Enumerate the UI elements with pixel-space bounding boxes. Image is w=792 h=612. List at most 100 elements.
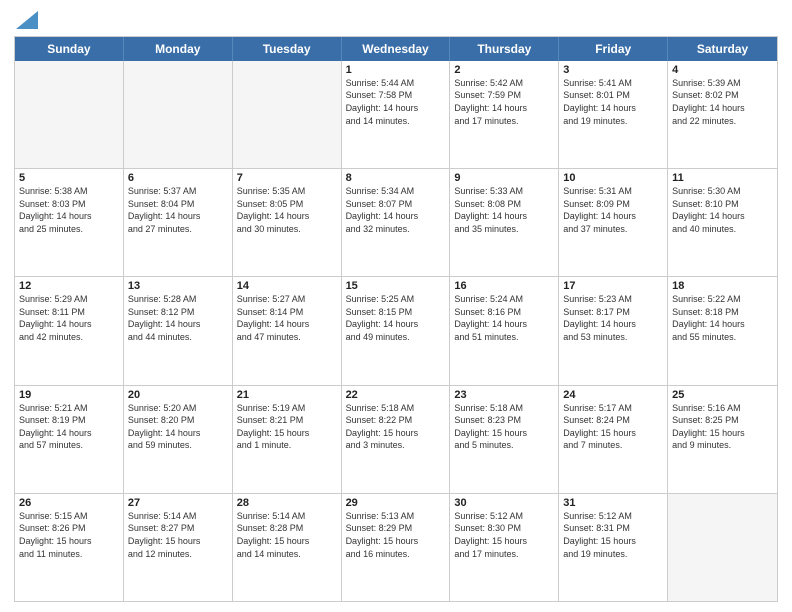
calendar-cell: 5Sunrise: 5:38 AM Sunset: 8:03 PM Daylig… (15, 169, 124, 276)
calendar-cell: 12Sunrise: 5:29 AM Sunset: 8:11 PM Dayli… (15, 277, 124, 384)
calendar-cell: 20Sunrise: 5:20 AM Sunset: 8:20 PM Dayli… (124, 386, 233, 493)
cell-info: Sunrise: 5:41 AM Sunset: 8:01 PM Dayligh… (563, 77, 663, 127)
day-number: 13 (128, 280, 228, 292)
calendar-row-1: 1Sunrise: 5:44 AM Sunset: 7:58 PM Daylig… (15, 61, 777, 168)
calendar-cell: 18Sunrise: 5:22 AM Sunset: 8:18 PM Dayli… (668, 277, 777, 384)
day-header-friday: Friday (559, 37, 668, 61)
calendar-row-2: 5Sunrise: 5:38 AM Sunset: 8:03 PM Daylig… (15, 168, 777, 276)
day-header-sunday: Sunday (15, 37, 124, 61)
day-number: 4 (672, 64, 773, 76)
cell-info: Sunrise: 5:25 AM Sunset: 8:15 PM Dayligh… (346, 293, 446, 343)
calendar-cell: 9Sunrise: 5:33 AM Sunset: 8:08 PM Daylig… (450, 169, 559, 276)
calendar-cell: 29Sunrise: 5:13 AM Sunset: 8:29 PM Dayli… (342, 494, 451, 601)
calendar-cell: 6Sunrise: 5:37 AM Sunset: 8:04 PM Daylig… (124, 169, 233, 276)
day-number: 11 (672, 172, 773, 184)
cell-info: Sunrise: 5:35 AM Sunset: 8:05 PM Dayligh… (237, 185, 337, 235)
cell-info: Sunrise: 5:28 AM Sunset: 8:12 PM Dayligh… (128, 293, 228, 343)
day-number: 22 (346, 389, 446, 401)
cell-info: Sunrise: 5:14 AM Sunset: 8:28 PM Dayligh… (237, 510, 337, 560)
calendar-cell: 19Sunrise: 5:21 AM Sunset: 8:19 PM Dayli… (15, 386, 124, 493)
cell-info: Sunrise: 5:34 AM Sunset: 8:07 PM Dayligh… (346, 185, 446, 235)
day-number: 20 (128, 389, 228, 401)
header (14, 10, 778, 30)
logo-triangle-icon (16, 11, 38, 29)
cell-info: Sunrise: 5:18 AM Sunset: 8:23 PM Dayligh… (454, 402, 554, 452)
calendar-cell: 30Sunrise: 5:12 AM Sunset: 8:30 PM Dayli… (450, 494, 559, 601)
day-header-tuesday: Tuesday (233, 37, 342, 61)
day-header-saturday: Saturday (668, 37, 777, 61)
calendar-cell: 8Sunrise: 5:34 AM Sunset: 8:07 PM Daylig… (342, 169, 451, 276)
calendar-cell: 26Sunrise: 5:15 AM Sunset: 8:26 PM Dayli… (15, 494, 124, 601)
day-number: 14 (237, 280, 337, 292)
day-number: 5 (19, 172, 119, 184)
calendar-header: SundayMondayTuesdayWednesdayThursdayFrid… (15, 37, 777, 61)
day-number: 23 (454, 389, 554, 401)
day-number: 2 (454, 64, 554, 76)
day-number: 27 (128, 497, 228, 509)
calendar-cell (233, 61, 342, 168)
cell-info: Sunrise: 5:19 AM Sunset: 8:21 PM Dayligh… (237, 402, 337, 452)
day-number: 1 (346, 64, 446, 76)
day-number: 31 (563, 497, 663, 509)
calendar-cell (15, 61, 124, 168)
day-number: 18 (672, 280, 773, 292)
cell-info: Sunrise: 5:23 AM Sunset: 8:17 PM Dayligh… (563, 293, 663, 343)
cell-info: Sunrise: 5:13 AM Sunset: 8:29 PM Dayligh… (346, 510, 446, 560)
calendar-cell: 25Sunrise: 5:16 AM Sunset: 8:25 PM Dayli… (668, 386, 777, 493)
day-header-monday: Monday (124, 37, 233, 61)
day-number: 9 (454, 172, 554, 184)
calendar-cell: 21Sunrise: 5:19 AM Sunset: 8:21 PM Dayli… (233, 386, 342, 493)
cell-info: Sunrise: 5:12 AM Sunset: 8:31 PM Dayligh… (563, 510, 663, 560)
calendar-cell: 22Sunrise: 5:18 AM Sunset: 8:22 PM Dayli… (342, 386, 451, 493)
calendar-cell: 11Sunrise: 5:30 AM Sunset: 8:10 PM Dayli… (668, 169, 777, 276)
cell-info: Sunrise: 5:38 AM Sunset: 8:03 PM Dayligh… (19, 185, 119, 235)
cell-info: Sunrise: 5:18 AM Sunset: 8:22 PM Dayligh… (346, 402, 446, 452)
calendar-body: 1Sunrise: 5:44 AM Sunset: 7:58 PM Daylig… (15, 61, 777, 601)
day-number: 16 (454, 280, 554, 292)
day-number: 21 (237, 389, 337, 401)
calendar-cell: 1Sunrise: 5:44 AM Sunset: 7:58 PM Daylig… (342, 61, 451, 168)
day-number: 29 (346, 497, 446, 509)
day-number: 24 (563, 389, 663, 401)
calendar-cell (668, 494, 777, 601)
logo-icon (14, 10, 38, 30)
calendar-cell: 16Sunrise: 5:24 AM Sunset: 8:16 PM Dayli… (450, 277, 559, 384)
day-number: 25 (672, 389, 773, 401)
cell-info: Sunrise: 5:31 AM Sunset: 8:09 PM Dayligh… (563, 185, 663, 235)
day-number: 6 (128, 172, 228, 184)
calendar: SundayMondayTuesdayWednesdayThursdayFrid… (14, 36, 778, 602)
cell-info: Sunrise: 5:39 AM Sunset: 8:02 PM Dayligh… (672, 77, 773, 127)
calendar-cell: 7Sunrise: 5:35 AM Sunset: 8:05 PM Daylig… (233, 169, 342, 276)
day-number: 3 (563, 64, 663, 76)
day-number: 7 (237, 172, 337, 184)
calendar-cell: 15Sunrise: 5:25 AM Sunset: 8:15 PM Dayli… (342, 277, 451, 384)
cell-info: Sunrise: 5:27 AM Sunset: 8:14 PM Dayligh… (237, 293, 337, 343)
page: SundayMondayTuesdayWednesdayThursdayFrid… (0, 0, 792, 612)
day-header-thursday: Thursday (450, 37, 559, 61)
cell-info: Sunrise: 5:21 AM Sunset: 8:19 PM Dayligh… (19, 402, 119, 452)
cell-info: Sunrise: 5:22 AM Sunset: 8:18 PM Dayligh… (672, 293, 773, 343)
logo-text (14, 10, 38, 30)
cell-info: Sunrise: 5:24 AM Sunset: 8:16 PM Dayligh… (454, 293, 554, 343)
calendar-cell: 14Sunrise: 5:27 AM Sunset: 8:14 PM Dayli… (233, 277, 342, 384)
cell-info: Sunrise: 5:12 AM Sunset: 8:30 PM Dayligh… (454, 510, 554, 560)
logo (14, 10, 38, 30)
calendar-cell: 28Sunrise: 5:14 AM Sunset: 8:28 PM Dayli… (233, 494, 342, 601)
calendar-row-5: 26Sunrise: 5:15 AM Sunset: 8:26 PM Dayli… (15, 493, 777, 601)
day-number: 30 (454, 497, 554, 509)
cell-info: Sunrise: 5:15 AM Sunset: 8:26 PM Dayligh… (19, 510, 119, 560)
calendar-cell: 31Sunrise: 5:12 AM Sunset: 8:31 PM Dayli… (559, 494, 668, 601)
calendar-cell: 27Sunrise: 5:14 AM Sunset: 8:27 PM Dayli… (124, 494, 233, 601)
calendar-cell: 2Sunrise: 5:42 AM Sunset: 7:59 PM Daylig… (450, 61, 559, 168)
calendar-cell: 4Sunrise: 5:39 AM Sunset: 8:02 PM Daylig… (668, 61, 777, 168)
cell-info: Sunrise: 5:20 AM Sunset: 8:20 PM Dayligh… (128, 402, 228, 452)
calendar-row-4: 19Sunrise: 5:21 AM Sunset: 8:19 PM Dayli… (15, 385, 777, 493)
cell-info: Sunrise: 5:30 AM Sunset: 8:10 PM Dayligh… (672, 185, 773, 235)
day-number: 8 (346, 172, 446, 184)
cell-info: Sunrise: 5:17 AM Sunset: 8:24 PM Dayligh… (563, 402, 663, 452)
day-number: 26 (19, 497, 119, 509)
calendar-cell: 10Sunrise: 5:31 AM Sunset: 8:09 PM Dayli… (559, 169, 668, 276)
cell-info: Sunrise: 5:16 AM Sunset: 8:25 PM Dayligh… (672, 402, 773, 452)
cell-info: Sunrise: 5:33 AM Sunset: 8:08 PM Dayligh… (454, 185, 554, 235)
calendar-cell: 13Sunrise: 5:28 AM Sunset: 8:12 PM Dayli… (124, 277, 233, 384)
